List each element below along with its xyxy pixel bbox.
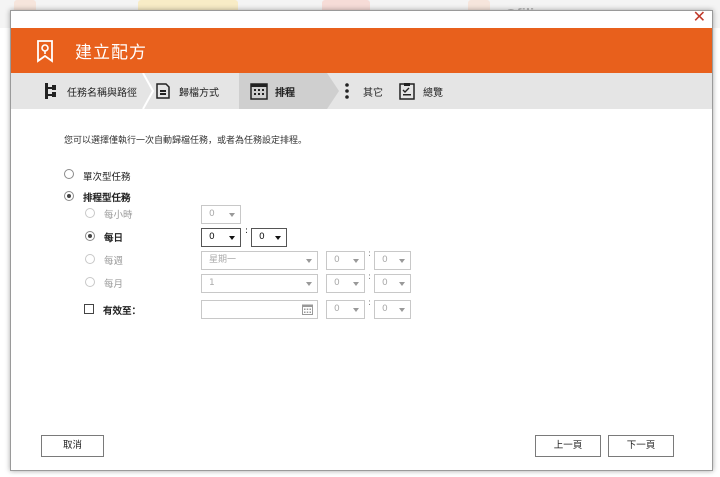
- once-task-label: 單次型任務: [83, 172, 131, 183]
- daily-minute-select[interactable]: 0: [251, 228, 287, 247]
- step-archive-method[interactable]: 歸檔方式: [153, 73, 219, 109]
- calendar-icon: [249, 81, 269, 101]
- cancel-button[interactable]: 取消: [41, 435, 104, 457]
- more-icon: [337, 81, 357, 101]
- previous-page-button[interactable]: 上一頁: [535, 435, 601, 457]
- monthly-label: 每月: [104, 279, 124, 290]
- create-recipe-dialog: ✕ 建立配方 任務名稱與路徑 歸檔方式 排程 其它 總覽 您可以選擇僅執行一次自…: [10, 9, 713, 471]
- time-separator: :: [368, 249, 372, 259]
- chevron-down-icon: [399, 282, 405, 286]
- description-text: 您可以選擇僅執行一次自動歸檔任務，或者為任務設定排程。: [64, 136, 308, 146]
- valid-until-minute-value: 0: [382, 304, 388, 314]
- scheduled-task-label: 排程型任務: [83, 193, 131, 204]
- weekly-day-value: 星期一: [209, 255, 237, 265]
- chevron-down-icon: [275, 236, 281, 240]
- valid-until-hour-value: 0: [334, 304, 340, 314]
- monthly-hour-select[interactable]: 0: [326, 274, 365, 293]
- radio-once-task[interactable]: [64, 169, 74, 179]
- close-icon[interactable]: ✕: [693, 9, 706, 25]
- clipboard-icon: [397, 81, 417, 101]
- chevron-down-icon: [353, 282, 359, 286]
- step-label: 總覽: [423, 87, 443, 99]
- daily-hour-select[interactable]: 0: [201, 228, 241, 247]
- weekly-hour-value: 0: [334, 255, 340, 265]
- calendar-icon[interactable]: [302, 304, 313, 315]
- hourly-label: 每小時: [104, 210, 133, 221]
- weekly-label: 每週: [104, 256, 124, 267]
- time-separator: :: [368, 298, 372, 308]
- chevron-down-icon: [306, 282, 312, 286]
- weekly-hour-select[interactable]: 0: [326, 251, 365, 270]
- weekly-minute-value: 0: [382, 255, 388, 265]
- chevron-down-icon: [353, 308, 359, 312]
- step-other[interactable]: 其它: [337, 73, 383, 109]
- daily-minute-value: 0: [259, 232, 265, 242]
- tree-icon: [41, 81, 61, 101]
- recipe-icon: [37, 40, 53, 63]
- valid-until-hour-select[interactable]: 0: [326, 300, 365, 319]
- radio-monthly[interactable]: [85, 277, 95, 287]
- dialog-title: 建立配方: [75, 43, 147, 63]
- chevron-down-icon: [353, 259, 359, 263]
- valid-until-date-input[interactable]: [201, 300, 318, 319]
- radio-hourly[interactable]: [85, 208, 95, 218]
- wizard-steps: 任務名稱與路徑 歸檔方式 排程 其它 總覽: [11, 73, 712, 109]
- step-label: 任務名稱與路徑: [67, 87, 137, 99]
- radio-scheduled-task[interactable]: [64, 191, 74, 201]
- weekly-day-select[interactable]: 星期一: [201, 251, 318, 270]
- chevron-down-icon: [306, 259, 312, 263]
- chevron-down-icon: [399, 259, 405, 263]
- step-label: 其它: [363, 87, 383, 99]
- step-overview[interactable]: 總覽: [397, 73, 443, 109]
- monthly-minute-select[interactable]: 0: [374, 274, 411, 293]
- time-separator: :: [368, 272, 372, 282]
- valid-until-minute-select[interactable]: 0: [374, 300, 411, 319]
- step-schedule[interactable]: 排程: [239, 73, 327, 109]
- step-name-and-path[interactable]: 任務名稱與路徑: [41, 73, 137, 109]
- document-icon: [153, 81, 173, 101]
- valid-until-label: 有效至：: [103, 306, 142, 317]
- radio-weekly[interactable]: [85, 254, 95, 264]
- title-bar: 建立配方: [11, 28, 712, 73]
- next-page-button[interactable]: 下一頁: [608, 435, 674, 457]
- chevron-down-icon: [399, 308, 405, 312]
- monthly-day-select[interactable]: 1: [201, 274, 318, 293]
- daily-hour-value: 0: [209, 232, 215, 242]
- monthly-hour-value: 0: [334, 278, 340, 288]
- radio-daily[interactable]: [85, 231, 95, 241]
- step-label: 歸檔方式: [179, 87, 219, 99]
- step-label: 排程: [275, 87, 295, 99]
- hourly-minute-value: 0: [209, 209, 215, 219]
- monthly-day-value: 1: [209, 278, 215, 288]
- time-separator: :: [245, 226, 249, 236]
- chevron-down-icon: [229, 236, 235, 240]
- valid-until-checkbox[interactable]: [84, 304, 94, 314]
- monthly-minute-value: 0: [382, 278, 388, 288]
- daily-label: 每日: [104, 233, 124, 244]
- weekly-minute-select[interactable]: 0: [374, 251, 411, 270]
- chevron-down-icon: [229, 213, 235, 217]
- hourly-minute-select[interactable]: 0: [201, 205, 241, 224]
